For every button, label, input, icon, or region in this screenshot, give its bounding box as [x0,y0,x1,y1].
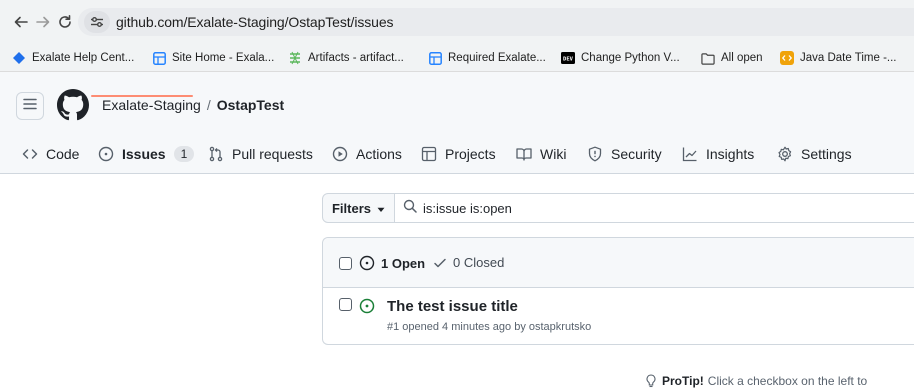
tab-label: Pull requests [232,146,313,162]
tab-settings[interactable]: Settings [777,142,852,166]
bookmark-site-home[interactable]: Site Home - Exala... [152,51,274,65]
issue-checkbox[interactable] [339,298,352,311]
closed-issues-filter[interactable]: 0 Closed [433,255,504,270]
tab-projects[interactable]: Projects [421,142,496,166]
git-pull-request-icon [208,146,224,162]
bookmark-required-exalate[interactable]: Required Exalate... [428,51,546,65]
issue-opened-icon [359,298,375,319]
breadcrumb-separator: / [206,97,211,113]
reload-icon[interactable] [56,13,74,31]
tab-issues[interactable]: Issues 1 [98,142,195,166]
protip-text: Click a checkbox on the left to [707,374,868,388]
repo-tabs: Code Issues 1 Pull requests Actions Proj… [0,136,914,174]
play-icon [332,146,348,162]
select-all-checkbox[interactable] [339,257,352,270]
repo-header: Exalate-Staging / OstapTest Code Issues … [0,72,914,174]
issues-counter-badge: 1 [173,146,195,162]
triangle-down-icon [377,201,385,216]
artifacts-icon [288,51,302,65]
issues-list: 1 Open 0 Closed The test issue title #1 … [322,237,914,345]
issues-filter-bar: Filters [322,193,914,223]
arrow-left-icon[interactable] [12,13,30,31]
table-icon [421,146,437,162]
tab-pull-requests[interactable]: Pull requests [208,142,313,166]
tab-wiki[interactable]: Wiki [516,142,566,166]
issue-title-link[interactable]: The test issue title [387,298,518,315]
tab-label: Actions [356,146,402,162]
protip-label: ProTip! [662,374,704,388]
site-info-icon[interactable] [84,11,110,33]
menu-button[interactable] [16,92,44,120]
issues-search-field[interactable] [395,193,914,223]
code-icon [22,146,38,162]
check-icon [433,256,447,270]
tab-label: Security [611,146,662,162]
tab-actions[interactable]: Actions [332,142,402,166]
dev-icon: DEV [561,51,575,65]
issues-search-input[interactable] [423,200,723,216]
browser-toolbar: github.com/Exalate-Staging/OstapTest/iss… [0,0,914,44]
folder-icon [701,51,715,65]
bookmarks-bar: Exalate Help Cent... Site Home - Exala..… [0,44,914,72]
arrow-right-icon[interactable] [34,13,52,31]
filters-dropdown-button[interactable]: Filters [322,193,395,223]
book-icon [516,146,532,162]
svg-text:DEV: DEV [563,57,574,63]
repo-owner-link[interactable]: Exalate-Staging [102,97,201,113]
bookmark-exalate-help[interactable]: Exalate Help Cent... [12,51,134,65]
issue-meta: #1 opened 4 minutes ago by ostapkrutsko [387,321,592,333]
tab-label: Settings [801,146,852,162]
tab-label: Projects [445,146,496,162]
issues-list-header: 1 Open 0 Closed [323,238,914,288]
open-issues-filter[interactable]: 1 Open [359,255,425,271]
repo-name-link[interactable]: OstapTest [217,97,284,113]
github-logo-icon[interactable] [57,89,89,121]
search-icon [403,199,417,218]
issue-opened-icon [98,146,114,162]
code-badge-icon [780,51,794,65]
exalate-diamond-icon [12,51,26,65]
confluence-table-icon [428,51,442,65]
bookmark-change-python[interactable]: DEV Change Python V... [561,51,680,65]
tab-insights[interactable]: Insights [682,142,754,166]
hamburger-icon [23,97,37,115]
active-tab-indicator [91,95,193,97]
breadcrumb: Exalate-Staging / OstapTest [102,97,284,113]
gear-icon [777,146,793,162]
url-text[interactable]: github.com/Exalate-Staging/OstapTest/iss… [116,14,394,30]
address-bar[interactable]: github.com/Exalate-Staging/OstapTest/iss… [78,8,914,36]
issue-row[interactable]: The test issue title #1 opened 4 minutes… [323,288,914,345]
tab-label: Issues [122,146,166,162]
tab-code[interactable]: Code [22,142,79,166]
light-bulb-icon [645,374,657,388]
bookmark-all-open[interactable]: All open [701,51,763,65]
shield-icon [587,146,603,162]
tab-security[interactable]: Security [587,142,662,166]
bookmark-artifacts[interactable]: Artifacts - artifact... [288,51,404,65]
issue-opened-icon [359,255,375,271]
tab-label: Code [46,146,80,162]
confluence-table-icon [152,51,166,65]
tab-label: Wiki [540,146,567,162]
tab-label: Insights [706,146,755,162]
protip: ProTip! Click a checkbox on the left to [645,374,867,388]
graph-icon [682,146,698,162]
bookmark-java-date-time[interactable]: Java Date Time -... [780,51,897,65]
